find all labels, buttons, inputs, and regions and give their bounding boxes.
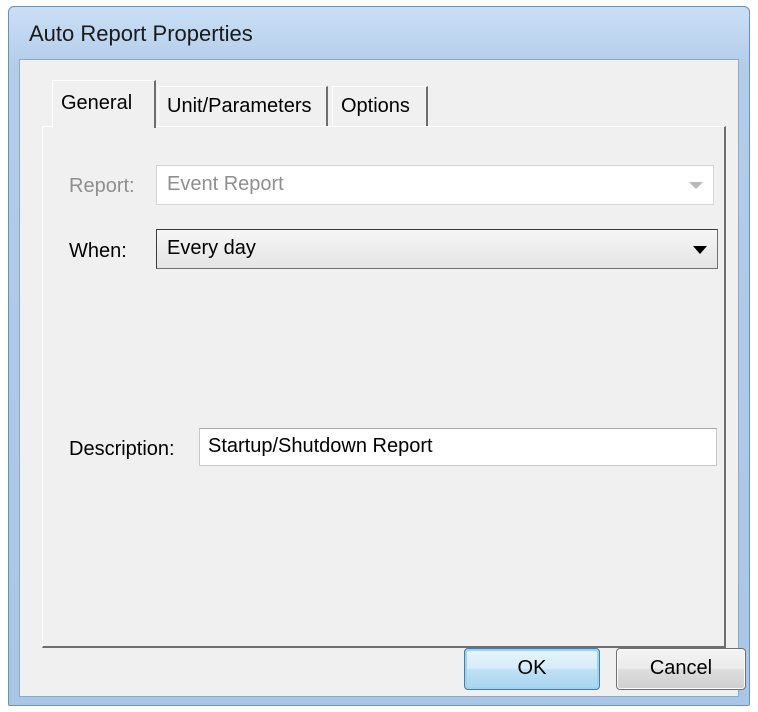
when-select-value: Every day — [167, 237, 256, 259]
report-select-value: Event Report — [167, 173, 284, 195]
chevron-down-icon — [693, 246, 707, 254]
ok-button[interactable]: OK — [464, 648, 600, 690]
cancel-button[interactable]: Cancel — [616, 648, 746, 690]
tab-general[interactable]: General — [52, 80, 156, 128]
dialog-window: Auto Report Properties General Unit/Para… — [8, 6, 750, 706]
window-title: Auto Report Properties — [29, 21, 253, 46]
when-select[interactable]: Every day — [156, 229, 718, 269]
title-bar[interactable]: Auto Report Properties — [9, 7, 749, 57]
tab-unit-parameters[interactable]: Unit/Parameters — [158, 86, 328, 126]
when-label: When: — [69, 240, 127, 262]
dialog-body: General Unit/Parameters Options Report: … — [19, 59, 746, 697]
tab-options[interactable]: Options — [332, 86, 428, 126]
description-field-value: Startup/Shutdown Report — [208, 435, 433, 457]
report-select[interactable]: Event Report — [156, 165, 714, 205]
chevron-down-icon — [689, 182, 703, 189]
description-field[interactable]: Startup/Shutdown Report — [199, 428, 717, 466]
general-tab-panel: Report: Event Report When: Every day Des… — [42, 126, 726, 648]
report-label: Report: — [69, 175, 135, 197]
description-label: Description: — [69, 438, 175, 460]
